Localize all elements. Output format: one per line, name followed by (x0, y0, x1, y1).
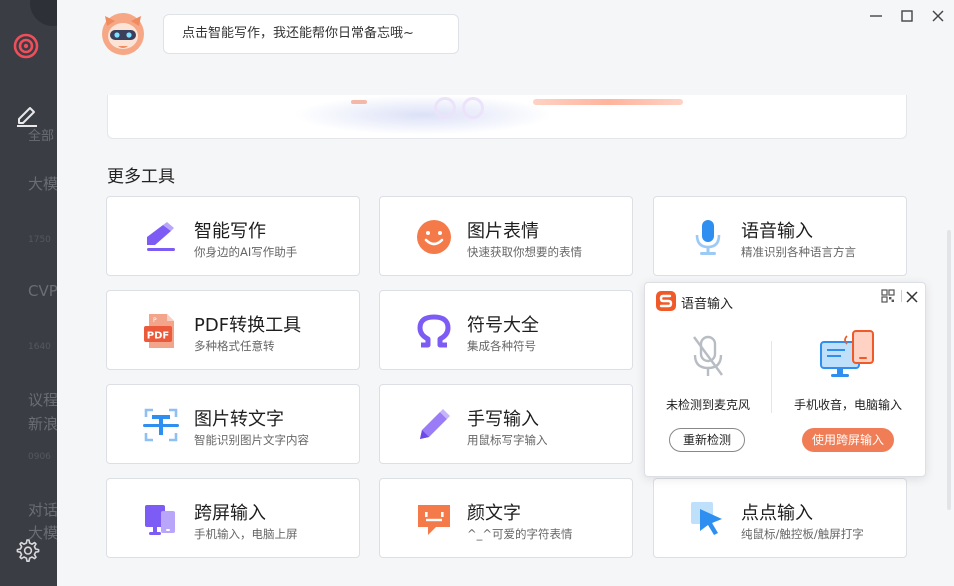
qr-grid-icon[interactable] (881, 289, 895, 303)
banner-decoration (351, 100, 367, 104)
sidebar-item-meta: 1640 (28, 342, 51, 352)
use-cross-screen-button[interactable]: 使用跨屏输入 (802, 428, 894, 452)
sidebar-item-meta: 0906 (28, 452, 51, 462)
sidebar-item-label[interactable]: 议程 (28, 389, 57, 410)
tool-card-kaomoji[interactable]: 颜文字 ^_^可爱的字符表情 (379, 478, 633, 558)
popup-title: 语音输入 (681, 297, 734, 312)
pdf-icon: PDF P (144, 314, 174, 348)
recheck-button[interactable]: 重新检测 (669, 428, 745, 452)
sogou-s-logo-icon (656, 291, 676, 311)
assistant-speech-bubble[interactable]: 点击智能写作，我还能帮你日常备忘哦~ (163, 14, 459, 54)
banner-glow (293, 95, 553, 135)
microphone-off-icon (693, 335, 723, 376)
tool-card-emoji[interactable]: 图片表情 快速获取你想要的表情 (379, 196, 633, 276)
app-logo-icon[interactable] (13, 33, 39, 59)
microphone-icon (695, 220, 721, 255)
maximize-icon[interactable] (898, 7, 916, 25)
phone-input-label: 手机收音，电脑输入 (793, 398, 902, 412)
no-microphone-label: 未检测到麦克风 (665, 398, 750, 412)
close-window-icon[interactable] (929, 7, 947, 25)
tool-title: 点点输入 (741, 503, 813, 524)
tool-subtitle: 纯鼠标/触控板/触屏打字 (741, 527, 864, 541)
tool-subtitle: 快速获取你想要的表情 (467, 245, 582, 259)
close-popup-icon[interactable] (904, 289, 920, 305)
tool-card-pdf[interactable]: PDF P PDF转换工具 多种格式任意转 (106, 290, 360, 370)
sidebar: 全部 大模 1750 CVP 1640 议程 新浪 0906 对话 大模 (0, 0, 57, 586)
tool-title: 语音输入 (741, 221, 813, 242)
settings-gear-icon[interactable] (14, 537, 40, 563)
tool-title: 图片转文字 (194, 409, 284, 430)
tool-subtitle: 手机输入，电脑上屏 (194, 527, 298, 541)
tool-card-click-input[interactable]: 点点输入 纯鼠标/触控板/触屏打字 (653, 478, 907, 558)
kaomoji-icon (418, 505, 450, 535)
svg-text:P: P (153, 317, 157, 324)
pen-icon (420, 409, 450, 439)
sidebar-item-meta: 1750 (28, 235, 51, 245)
omega-icon (417, 314, 451, 348)
assistant-mascot-icon[interactable] (101, 12, 145, 56)
tool-subtitle: 智能识别图片文字内容 (194, 433, 309, 447)
cursor-icon (691, 502, 722, 535)
tool-subtitle: 你身边的AI写作助手 (194, 245, 298, 259)
tool-title: 图片表情 (467, 221, 539, 242)
tool-card-symbols[interactable]: 符号大全 集成各种符号 (379, 290, 633, 370)
tool-title: 智能写作 (194, 221, 266, 242)
ai-writing-icon (147, 222, 175, 251)
sidebar-item-label[interactable]: CVP (28, 282, 57, 300)
banner-decoration (434, 97, 456, 119)
minimize-icon[interactable] (867, 7, 885, 25)
tool-subtitle: 集成各种符号 (467, 339, 536, 353)
tool-card-ocr[interactable]: 图片转文字 智能识别图片文字内容 (106, 384, 360, 464)
section-title: 更多工具 (107, 167, 175, 187)
emoji-icon (417, 220, 451, 254)
banner-card[interactable] (107, 95, 907, 139)
tool-title: 符号大全 (467, 315, 539, 336)
cross-screen-icon (145, 505, 175, 535)
tool-subtitle: 用鼠标写字输入 (467, 433, 548, 447)
popup-header-divider (901, 290, 902, 302)
sidebar-item-label[interactable]: 对话 (28, 499, 57, 520)
tool-card-handwriting[interactable]: 手写输入 用鼠标写字输入 (379, 384, 633, 464)
tool-card-ai-writing[interactable]: 智能写作 你身边的AI写作助手 (106, 196, 360, 276)
sidebar-avatar-bubble (30, 0, 57, 26)
scrollbar[interactable] (947, 230, 951, 510)
tool-title: PDF转换工具 (194, 315, 302, 336)
tool-subtitle: 多种格式任意转 (194, 339, 275, 353)
ocr-icon (143, 408, 179, 442)
phone-to-pc-icon (820, 330, 874, 377)
tool-card-cross-screen[interactable]: 跨屏输入 手机输入，电脑上屏 (106, 478, 360, 558)
tool-card-voice[interactable]: 语音输入 精准识别各种语言方言 (653, 196, 907, 276)
tool-title: 跨屏输入 (194, 503, 266, 524)
banner-decoration (533, 99, 683, 105)
tool-subtitle: 精准识别各种语言方言 (741, 245, 856, 259)
tool-title: 颜文字 (467, 503, 521, 524)
tool-title: 手写输入 (467, 409, 539, 430)
sidebar-item-label[interactable]: 大模 (28, 173, 57, 194)
tool-subtitle: ^_^可爱的字符表情 (467, 527, 573, 541)
svg-text:PDF: PDF (147, 331, 169, 342)
voice-input-popup: 语音输入 未检测到麦克风 手机收音，电脑输入 重新检测 使用跨屏输入 (644, 282, 926, 477)
banner-decoration (462, 97, 484, 119)
sidebar-item-label[interactable]: 全部 (28, 125, 54, 144)
top-bar: 点击智能写作，我还能帮你日常备忘哦~ (57, 0, 954, 95)
sidebar-item-label[interactable]: 新浪 (28, 413, 57, 434)
